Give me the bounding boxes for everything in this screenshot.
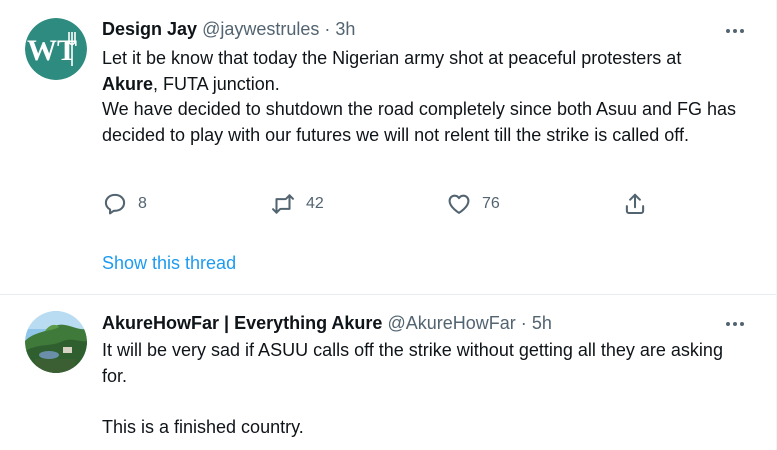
location-bold: Akure xyxy=(102,73,154,94)
separator-dot: · xyxy=(324,19,331,39)
author-name[interactable]: AkureHowFar | Everything Akure xyxy=(102,313,382,333)
tweet-header: Design Jay @jaywestrules · 3h xyxy=(102,18,355,40)
share-button[interactable] xyxy=(622,190,648,218)
more-options-button[interactable] xyxy=(724,20,746,42)
reply-button[interactable]: 8 xyxy=(102,190,147,218)
avatar-image: WT xyxy=(25,18,87,80)
like-button[interactable]: 76 xyxy=(446,190,500,218)
timeline: WT Design Jay @jaywestrules · 3h Let it … xyxy=(0,0,777,450)
avatar[interactable]: WT xyxy=(25,18,87,80)
like-count: 76 xyxy=(482,195,500,212)
separator-dot: · xyxy=(520,313,527,333)
tweet[interactable]: AkureHowFar | Everything Akure @AkureHow… xyxy=(0,295,776,450)
avatar[interactable] xyxy=(25,311,87,373)
retweet-icon xyxy=(272,194,294,214)
tweet[interactable]: WT Design Jay @jaywestrules · 3h Let it … xyxy=(0,0,776,294)
avatar-image xyxy=(25,311,87,373)
reply-icon xyxy=(104,193,126,215)
tweet-text-paragraph: This is a finished country. xyxy=(102,416,304,437)
tweet-text-paragraph: It will be very sad if ASUU calls off th… xyxy=(102,340,723,386)
more-horizontal-icon xyxy=(726,322,730,326)
tweet-actions: 8 42 76 xyxy=(102,190,662,218)
more-options-button[interactable] xyxy=(724,313,746,335)
timestamp[interactable]: 3h xyxy=(335,19,355,39)
tweet-text: Let it be know that today the Nigerian a… xyxy=(102,46,752,148)
tweet-text-line: Akure, FUTA junction. xyxy=(102,72,752,98)
share-icon xyxy=(625,193,645,215)
author-handle[interactable]: @jaywestrules xyxy=(202,19,319,39)
tweet-text: It will be very sad if ASUU calls off th… xyxy=(102,338,752,440)
tweet-text-paragraph: We have decided to shutdown the road com… xyxy=(102,99,737,145)
heart-icon xyxy=(448,194,470,214)
reply-count: 8 xyxy=(138,195,147,212)
tweet-text-line: Let it be know that today the Nigerian a… xyxy=(102,48,682,68)
more-horizontal-icon xyxy=(726,29,730,33)
tweet-text-fragment: , FUTA junction. xyxy=(153,73,280,94)
tweet-header: AkureHowFar | Everything Akure @AkureHow… xyxy=(102,312,552,334)
author-handle[interactable]: @AkureHowFar xyxy=(387,313,515,333)
show-thread-link[interactable]: Show this thread xyxy=(102,252,236,274)
retweet-button[interactable]: 42 xyxy=(270,190,324,218)
retweet-count: 42 xyxy=(306,195,324,212)
timestamp[interactable]: 5h xyxy=(532,313,552,333)
author-name[interactable]: Design Jay xyxy=(102,19,197,39)
